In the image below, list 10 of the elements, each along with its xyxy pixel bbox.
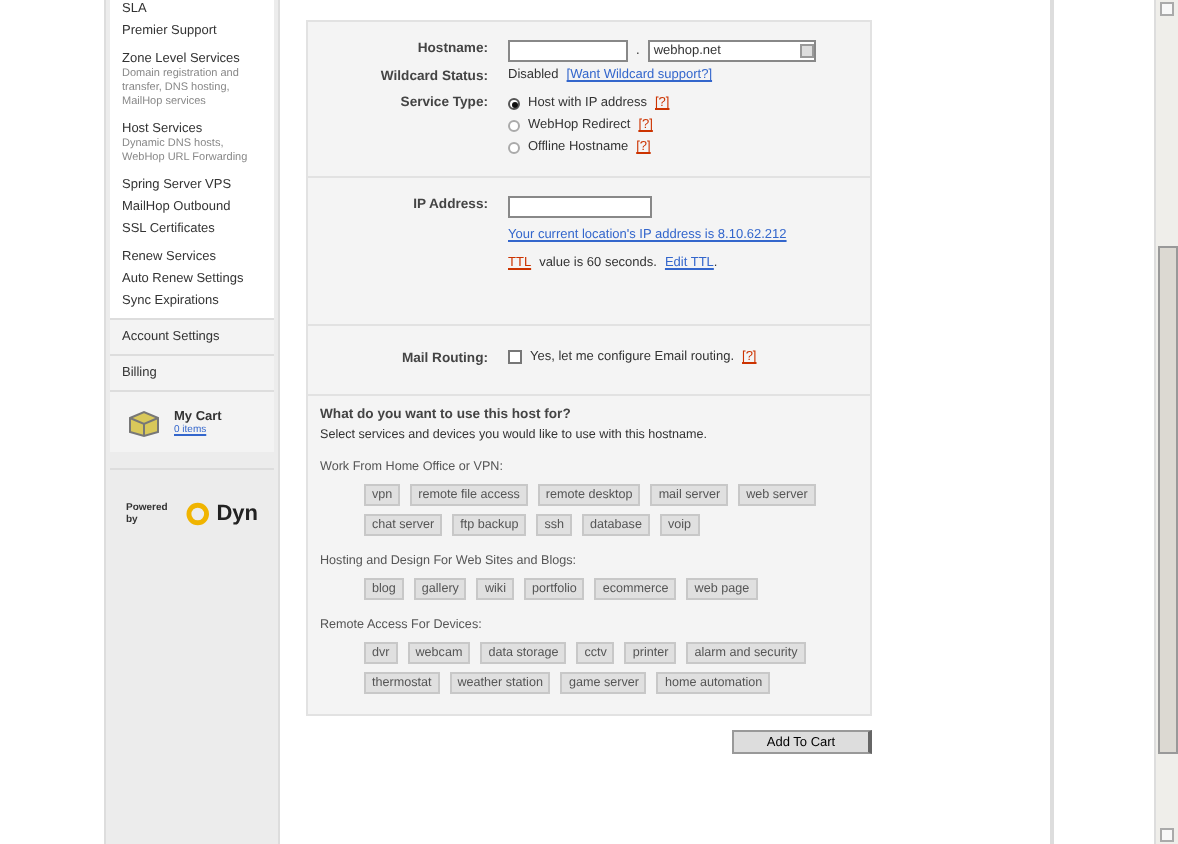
radio-button[interactable] bbox=[508, 98, 520, 110]
ring-logo-icon bbox=[186, 502, 211, 526]
checkbox[interactable] bbox=[508, 350, 522, 364]
ip-address-field[interactable] bbox=[508, 196, 652, 218]
hostname-field[interactable] bbox=[508, 40, 628, 62]
brand-name: Dyn bbox=[216, 502, 258, 526]
cart-box-icon bbox=[126, 406, 162, 438]
scrollbar[interactable] bbox=[1154, 0, 1178, 844]
radio-button[interactable] bbox=[508, 120, 520, 132]
radio-button[interactable] bbox=[508, 142, 520, 154]
